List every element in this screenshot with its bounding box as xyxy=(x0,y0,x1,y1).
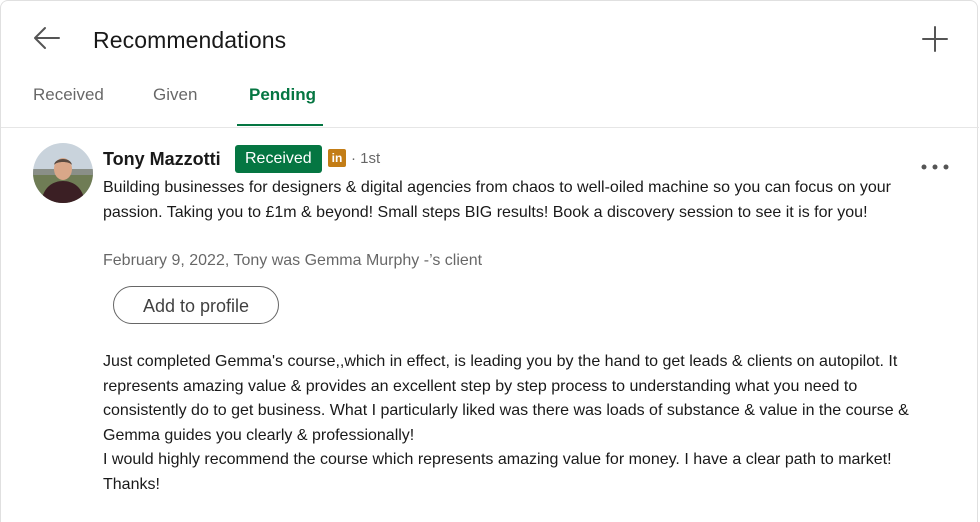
recommendation-paragraph: Just completed Gemma's course,,which in … xyxy=(103,353,909,444)
profile-photo xyxy=(33,143,93,203)
more-options-button[interactable] xyxy=(919,157,951,177)
add-to-profile-button[interactable]: Add to profile xyxy=(113,286,279,324)
plus-icon xyxy=(922,26,948,52)
recommendation-date-relation: February 9, 2022, Tony was Gemma Murphy … xyxy=(103,252,483,269)
back-button[interactable] xyxy=(31,23,65,53)
ellipsis-icon xyxy=(921,164,949,170)
avatar[interactable] xyxy=(33,143,93,203)
recommender-headline: Building businesses for designers & digi… xyxy=(103,179,891,221)
linkedin-icon: in xyxy=(328,149,346,167)
recommender-name[interactable]: Tony Mazzotti xyxy=(103,149,221,170)
tab-pending[interactable]: Pending xyxy=(249,85,316,105)
recommendation-text: Just completed Gemma's course,,which in … xyxy=(103,350,943,497)
tab-given[interactable]: Given xyxy=(153,85,197,105)
recommendation-paragraph: I would highly recommend the course whic… xyxy=(103,451,892,493)
active-tab-indicator xyxy=(237,124,323,126)
recommendations-card: Recommendations Received Given Pending T… xyxy=(0,0,979,522)
add-recommendation-button[interactable] xyxy=(919,23,951,55)
tab-received[interactable]: Received xyxy=(33,85,104,105)
connection-degree: · 1st xyxy=(351,150,381,167)
status-badge: Received xyxy=(235,145,322,173)
tab-bar: Received Given Pending xyxy=(1,71,979,128)
page-title: Recommendations xyxy=(93,27,287,53)
arrow-left-icon xyxy=(34,27,60,49)
